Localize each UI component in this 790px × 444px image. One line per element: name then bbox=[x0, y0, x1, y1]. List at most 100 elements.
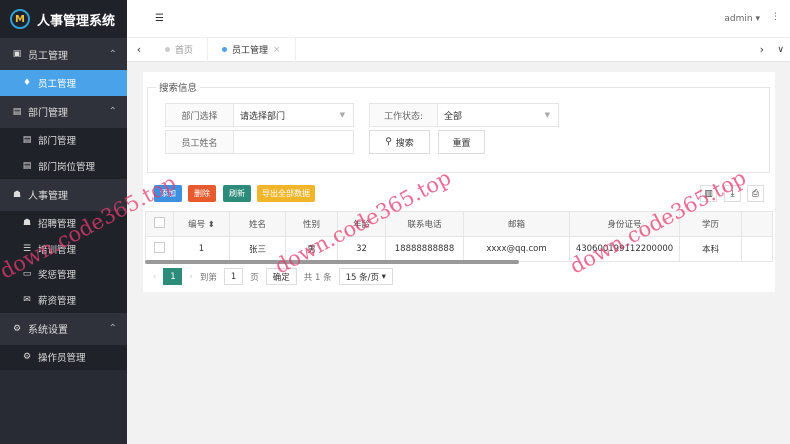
reset-button[interactable]: 重置 bbox=[438, 130, 485, 154]
reset-label: 重置 bbox=[452, 138, 471, 149]
prev-page-icon[interactable]: ‹ bbox=[153, 272, 156, 282]
col-gender: 性别 bbox=[285, 211, 338, 237]
sidebar-item-recruit[interactable]: ☗ 招聘管理 bbox=[0, 210, 127, 236]
export-button[interactable]: 导出全部数据 bbox=[257, 185, 315, 202]
search-icon: ⚲ bbox=[385, 137, 392, 147]
id-card-icon: ▤ bbox=[12, 106, 22, 117]
list-icon: ☰ bbox=[22, 243, 32, 254]
group-label: 系统设置 bbox=[28, 325, 68, 336]
col-email: 邮箱 bbox=[463, 211, 570, 237]
print-icon[interactable]: ⎙ bbox=[747, 185, 764, 202]
tab-employee[interactable]: 员工管理 × bbox=[208, 37, 296, 62]
caret-down-icon: ▼ bbox=[339, 111, 345, 119]
goto-confirm-button[interactable]: 确定 bbox=[265, 268, 297, 285]
delete-button[interactable]: 删除 bbox=[188, 185, 216, 202]
sidebar-item-dept[interactable]: ▤ 部门管理 bbox=[0, 127, 127, 153]
gears-icon: ⚙ bbox=[22, 352, 32, 363]
user-icon: ♦ bbox=[22, 77, 32, 88]
app-logo[interactable]: M 人事管理系统 bbox=[0, 0, 127, 38]
user-menu[interactable]: admin ▾ bbox=[724, 14, 760, 24]
chevron-up-icon: ⌃ bbox=[108, 48, 117, 60]
goto-input[interactable]: 1 bbox=[223, 268, 244, 285]
item-label: 奖惩管理 bbox=[38, 270, 77, 282]
search-legend: 搜索信息 bbox=[159, 83, 198, 94]
page-current[interactable]: 1 bbox=[163, 268, 183, 285]
id-card-icon: ▤ bbox=[22, 135, 32, 146]
table-row[interactable]: 1 张三 男 32 18888888888 xxxx@qq.com 430600… bbox=[145, 236, 773, 262]
status-select[interactable]: 工作状态: 全部 ▼ bbox=[369, 103, 559, 127]
col-label: 编号 bbox=[188, 220, 206, 230]
cell-age: 32 bbox=[337, 236, 386, 262]
next-page-icon[interactable]: › bbox=[189, 272, 192, 282]
sidebar-group-employee[interactable]: ▣ 员工管理 ⌃ bbox=[0, 38, 127, 70]
sidebar-item-employee[interactable]: ♦ 员工管理 bbox=[0, 70, 127, 96]
user-card-icon: ▣ bbox=[12, 49, 22, 59]
app-title: 人事管理系统 bbox=[37, 13, 116, 29]
page-size-select[interactable]: 15 条/页 ▾ bbox=[338, 268, 393, 285]
name-input[interactable]: 员工姓名 bbox=[165, 130, 354, 154]
col-idcard: 身份证号 bbox=[569, 211, 680, 237]
tab-home[interactable]: 首页 bbox=[151, 37, 209, 62]
col-age: 年龄 bbox=[337, 211, 386, 237]
cell-idcard: 430600199112200000 bbox=[569, 236, 680, 262]
cell-extra bbox=[741, 236, 773, 262]
tab-label: 员工管理 bbox=[232, 46, 269, 56]
tab-next-icon[interactable]: › bbox=[760, 43, 764, 56]
name-label: 员工姓名 bbox=[166, 131, 234, 153]
group-label: 部门管理 bbox=[28, 108, 68, 119]
tab-label: 首页 bbox=[175, 46, 194, 56]
horizontal-scrollbar[interactable] bbox=[145, 260, 519, 264]
cell-email: xxxx@qq.com bbox=[463, 236, 570, 262]
item-label: 招聘管理 bbox=[38, 219, 77, 231]
group-label: 员工管理 bbox=[28, 50, 68, 62]
group-label: 人事管理 bbox=[28, 191, 68, 202]
tab-bar: ‹ 首页 员工管理 × › ∨ bbox=[127, 37, 790, 62]
select-all-checkbox[interactable] bbox=[145, 211, 174, 237]
status-label: 工作状态: bbox=[370, 104, 438, 126]
sidebar-item-dept-post[interactable]: ▤ 部门岗位管理 bbox=[0, 153, 127, 179]
total-count: 共 1 条 bbox=[303, 272, 332, 283]
monitor-icon: ▭ bbox=[22, 269, 32, 280]
sidebar-group-system[interactable]: ⚙ 系统设置 ⌃ bbox=[0, 312, 127, 345]
sort-icon[interactable]: ⬍ bbox=[208, 220, 215, 230]
username: admin bbox=[724, 14, 753, 24]
sidebar-item-training[interactable]: ☰ 培训管理 bbox=[0, 236, 127, 262]
content-card: 搜索信息 部门选择 请选择部门 ▼ 工作状态: 全部 ▼ 员工姓名 ⚲ 搜索 重置 添加 … bbox=[143, 72, 775, 292]
dept-select[interactable]: 部门选择 请选择部门 ▼ bbox=[165, 103, 354, 127]
name-value[interactable] bbox=[234, 131, 353, 153]
sidebar-group-dept[interactable]: ▤ 部门管理 ⌃ bbox=[0, 95, 127, 128]
col-id[interactable]: 编号 ⬍ bbox=[173, 211, 230, 237]
top-header: ☰ admin ▾ ⋮ bbox=[127, 0, 790, 38]
status-value: 全部 bbox=[444, 111, 463, 122]
menu-fold-icon[interactable]: ☰ bbox=[155, 13, 164, 24]
columns-icon[interactable]: ▥ bbox=[700, 185, 717, 202]
sidebar-group-hr[interactable]: ☗ 人事管理 bbox=[0, 178, 127, 211]
item-label: 薪资管理 bbox=[38, 295, 77, 307]
more-icon[interactable]: ⋮ bbox=[771, 12, 780, 22]
row-checkbox[interactable] bbox=[145, 236, 174, 262]
close-icon[interactable]: × bbox=[273, 45, 281, 55]
cell-gender: 男 bbox=[285, 236, 338, 262]
tab-prev-icon[interactable]: ‹ bbox=[127, 43, 151, 56]
id-card-icon: ▤ bbox=[22, 160, 32, 171]
user-add-icon: ☗ bbox=[22, 218, 32, 229]
add-button[interactable]: 添加 bbox=[154, 185, 182, 202]
mail-icon: ✉ bbox=[23, 294, 31, 305]
gears-icon: ⚙ bbox=[12, 323, 22, 334]
search-button[interactable]: ⚲ 搜索 bbox=[369, 130, 430, 154]
chevron-up-icon: ⌃ bbox=[108, 106, 117, 117]
sidebar-item-operator[interactable]: ⚙ 操作员管理 bbox=[0, 344, 127, 370]
dept-label: 部门选择 bbox=[166, 104, 234, 126]
page-size-value: 15 条/页 bbox=[345, 272, 379, 283]
sidebar-item-salary[interactable]: ✉ 薪资管理 bbox=[0, 287, 127, 313]
export-icon[interactable]: ⤓ bbox=[724, 185, 741, 202]
sidebar-item-reward[interactable]: ▭ 奖惩管理 bbox=[0, 261, 127, 287]
table-header: 编号 ⬍ 姓名 性别 年龄 联系电话 邮箱 身份证号 学历 bbox=[145, 211, 773, 237]
col-extra bbox=[741, 211, 773, 237]
goto-label: 到第 bbox=[199, 272, 217, 283]
tab-dropdown-icon[interactable]: ∨ bbox=[777, 45, 784, 55]
sidebar: M 人事管理系统 ▣ 员工管理 ⌃ ♦ 员工管理 ▤ 部门管理 ⌃ ▤ 部门管理 ▤ 部门岗位管… bbox=[0, 0, 127, 444]
refresh-button[interactable]: 刷新 bbox=[223, 185, 251, 202]
page-unit: 页 bbox=[250, 272, 259, 283]
col-name: 姓名 bbox=[229, 211, 286, 237]
